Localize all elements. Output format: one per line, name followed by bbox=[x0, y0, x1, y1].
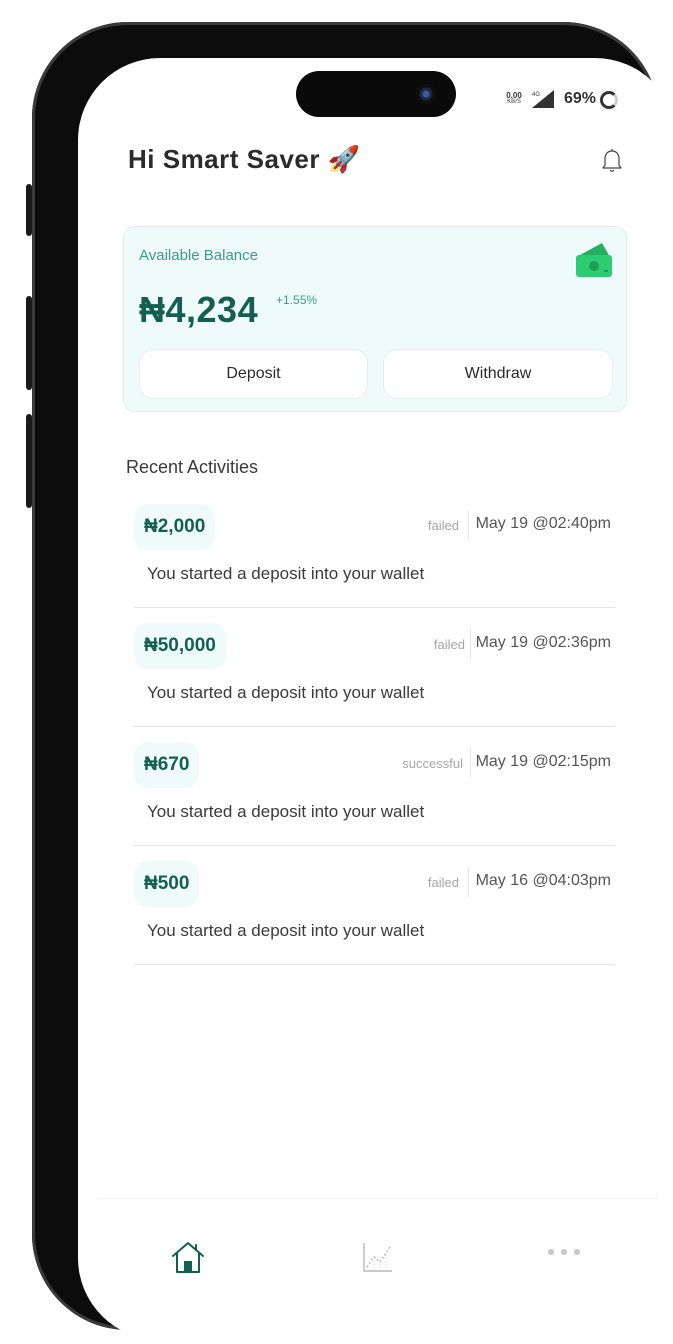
money-icon bbox=[576, 243, 612, 277]
battery-icon bbox=[600, 91, 618, 109]
phone-side-button bbox=[26, 184, 32, 236]
activity-item[interactable]: ₦670 successful May 19 @02:15pm You star… bbox=[134, 734, 615, 846]
activity-timestamp: May 19 @02:36pm bbox=[475, 634, 611, 651]
balance-card: Available Balance ₦4,234 +1.55% Deposit … bbox=[123, 226, 627, 412]
balance-change: +1.55% bbox=[276, 293, 318, 307]
activity-description: You started a deposit into your wallet bbox=[147, 564, 425, 583]
phone-side-button bbox=[26, 296, 32, 390]
activity-status: failed bbox=[427, 518, 459, 533]
divider bbox=[470, 629, 471, 659]
phone-side-button bbox=[26, 414, 32, 508]
network-speed-value: 0.00 bbox=[506, 91, 522, 100]
more-dot bbox=[561, 1249, 567, 1255]
stats-icon[interactable] bbox=[358, 1237, 398, 1277]
activity-item[interactable]: ₦500 failed May 16 @04:03pm You started … bbox=[134, 853, 615, 965]
activity-description: You started a deposit into your wallet bbox=[147, 802, 425, 821]
app-screen: 0.00 KB/S 4G 69% Hi Smart Saver 🚀 Availa… bbox=[78, 58, 673, 1340]
section-title: Recent Activities bbox=[126, 457, 259, 477]
home-icon[interactable] bbox=[168, 1237, 208, 1277]
battery-percent: 69% bbox=[564, 90, 597, 107]
divider bbox=[468, 510, 469, 540]
camera-icon bbox=[416, 84, 436, 104]
phone-frame: 0.00 KB/S 4G 69% Hi Smart Saver 🚀 Availa… bbox=[26, 22, 673, 1340]
activity-description: You started a deposit into your wallet bbox=[147, 683, 425, 702]
balance-label: Available Balance bbox=[139, 247, 258, 264]
balance-amount: ₦4,234 bbox=[139, 289, 259, 330]
activity-amount: ₦670 bbox=[134, 742, 200, 788]
activity-amount: ₦500 bbox=[134, 861, 200, 907]
activity-amount: ₦2,000 bbox=[134, 504, 216, 550]
activity-description: You started a deposit into your wallet bbox=[147, 921, 425, 940]
network-type: 4G bbox=[532, 92, 540, 98]
divider bbox=[470, 748, 471, 778]
activity-amount: ₦50,000 bbox=[134, 623, 226, 669]
more-dot bbox=[548, 1249, 554, 1255]
dynamic-island bbox=[296, 71, 456, 117]
activity-timestamp: May 19 @02:40pm bbox=[475, 515, 611, 532]
bell-icon[interactable] bbox=[600, 148, 624, 174]
activity-status: failed bbox=[427, 875, 459, 890]
network-speed: 0.00 KB/S bbox=[502, 92, 526, 106]
activity-timestamp: May 16 @04:03pm bbox=[475, 872, 611, 889]
divider bbox=[468, 867, 469, 897]
signal-icon: 4G bbox=[532, 90, 554, 108]
withdraw-button[interactable]: Withdraw bbox=[383, 349, 613, 399]
more-dot bbox=[574, 1249, 580, 1255]
network-speed-unit: KB/S bbox=[507, 99, 521, 105]
activity-timestamp: May 19 @02:15pm bbox=[475, 753, 611, 770]
activity-status: failed bbox=[433, 637, 465, 652]
activity-status: successful bbox=[402, 756, 463, 771]
bottom-nav bbox=[98, 1198, 658, 1288]
page-title: Hi Smart Saver 🚀 bbox=[128, 144, 361, 174]
activity-item[interactable]: ₦2,000 failed May 19 @02:40pm You starte… bbox=[134, 496, 615, 608]
deposit-button[interactable]: Deposit bbox=[139, 349, 368, 399]
more-icon[interactable] bbox=[546, 1247, 586, 1259]
activity-item[interactable]: ₦50,000 failed May 19 @02:36pm You start… bbox=[134, 615, 615, 727]
